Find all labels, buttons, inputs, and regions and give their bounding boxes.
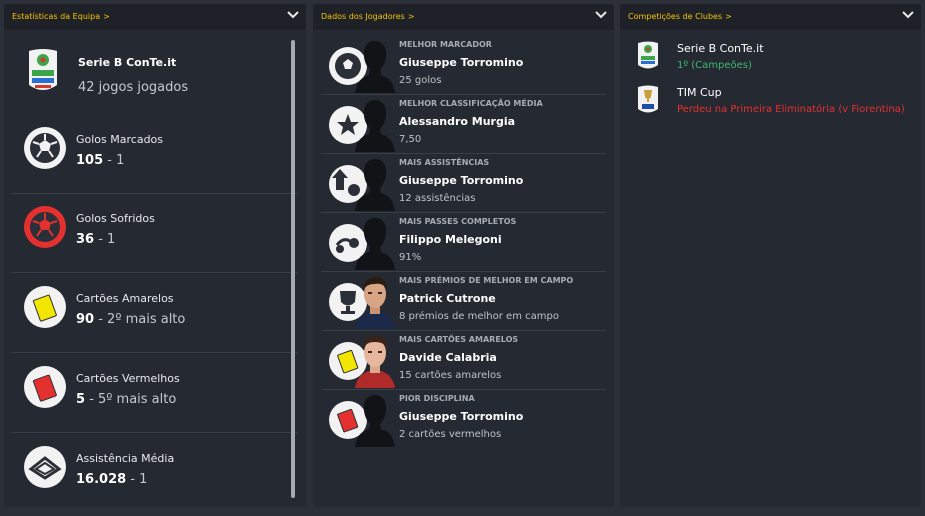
player-stat-value: 15 cartões amarelos bbox=[399, 370, 502, 381]
club-competitions-title-link[interactable]: Competições de Clubes > bbox=[628, 12, 732, 21]
competition-summary[interactable]: Serie B ConTe.it 42 jogos jogados bbox=[4, 46, 289, 104]
player-silhouette bbox=[355, 41, 395, 93]
player-silhouette bbox=[355, 100, 395, 152]
team-stats-title-link[interactable]: Estatísticas da Equipa > bbox=[12, 12, 110, 21]
player-stat-value: 7,50 bbox=[399, 134, 422, 145]
football-icon bbox=[24, 127, 66, 169]
player-silhouette bbox=[355, 395, 395, 447]
player-name[interactable]: Alessandro Murgia bbox=[399, 115, 515, 128]
player-stats-title-link[interactable]: Dados dos Jogadores > bbox=[321, 12, 415, 21]
player-stats-header: Dados dos Jogadores > bbox=[313, 4, 614, 30]
player-stat-row[interactable]: Mais Passes Completos Filippo Melegoni 9… bbox=[321, 212, 605, 271]
chevron-down-icon[interactable] bbox=[594, 8, 608, 22]
stat-value: 105 - 1 bbox=[76, 153, 125, 168]
player-name[interactable]: Giuseppe Torromino bbox=[399, 410, 523, 423]
competition-result: 1º (Campeões) bbox=[677, 60, 752, 71]
competition-name[interactable]: TIM Cup bbox=[677, 86, 722, 99]
chevron-down-icon[interactable] bbox=[901, 8, 915, 22]
player-stat-value: 12 assistências bbox=[399, 193, 476, 204]
player-name[interactable]: Giuseppe Torromino bbox=[399, 174, 523, 187]
player-name[interactable]: Filippo Melegoni bbox=[399, 233, 502, 246]
player-stat-category: Mais Assistências bbox=[399, 158, 490, 167]
player-stat-row[interactable]: Melhor Marcador Giuseppe Torromino 25 go… bbox=[321, 35, 605, 94]
player-stat-row[interactable]: Mais Prémios de Melhor em Campo Patrick … bbox=[321, 271, 605, 330]
player-silhouette bbox=[355, 218, 395, 270]
player-name[interactable]: Davide Calabria bbox=[399, 351, 497, 364]
team-stats-header: Estatísticas da Equipa > bbox=[4, 4, 306, 30]
stadium-icon bbox=[24, 446, 66, 488]
competition-row[interactable]: Serie B ConTe.it 1º (Campeões) bbox=[620, 38, 921, 82]
conceded-ball-icon bbox=[24, 206, 66, 248]
player-name[interactable]: Patrick Cutrone bbox=[399, 292, 496, 305]
player-stat-row[interactable]: Melhor Classificação Média Alessandro Mu… bbox=[321, 94, 605, 153]
competition-row[interactable]: TIM Cup Perdeu na Primeira Eliminatória … bbox=[620, 82, 921, 126]
chevron-down-icon[interactable] bbox=[286, 8, 300, 22]
stat-label: Golos Marcados bbox=[76, 133, 164, 146]
player-stat-category: Melhor Marcador bbox=[399, 40, 492, 49]
player-stat-category: Melhor Classificação Média bbox=[399, 99, 543, 108]
team-stats-panel: Estatísticas da Equipa > Serie B ConTe.it… bbox=[4, 4, 306, 507]
stat-red-cards[interactable]: Cartões Vermelhos 5 - 5º mais alto bbox=[4, 353, 289, 423]
stat-value: 90 - 2º mais alto bbox=[76, 312, 186, 327]
stat-yellow-cards[interactable]: Cartões Amarelos 90 - 2º mais alto bbox=[4, 273, 289, 343]
stat-label: Cartões Vermelhos bbox=[76, 372, 180, 385]
player-stat-value: 91% bbox=[399, 252, 422, 263]
competition-result: Perdeu na Primeira Eliminatória (v Fiore… bbox=[677, 104, 905, 115]
player-name[interactable]: Giuseppe Torromino bbox=[399, 56, 523, 69]
serie-b-logo-icon bbox=[638, 41, 658, 69]
stat-goals-scored[interactable]: Golos Marcados 105 - 1 bbox=[4, 114, 289, 184]
player-stats-panel: Dados dos Jogadores > Melhor Marcador Giu… bbox=[313, 4, 614, 507]
games-played: 42 jogos jogados bbox=[78, 80, 189, 95]
club-competitions-header: Competições de Clubes > bbox=[620, 4, 921, 30]
player-stat-value: 25 golos bbox=[399, 75, 442, 86]
red-card-icon bbox=[24, 366, 66, 408]
stat-value: 5 - 5º mais alto bbox=[76, 392, 177, 407]
player-stat-row[interactable]: Pior Disciplina Giuseppe Torromino 2 car… bbox=[321, 389, 605, 448]
stat-goals-conceded[interactable]: Golos Sofridos 36 - 1 bbox=[4, 193, 289, 263]
tim-cup-logo-icon bbox=[638, 85, 658, 113]
player-stat-value: 8 prémios de melhor em campo bbox=[399, 311, 559, 322]
yellow-card-icon bbox=[24, 286, 66, 328]
player-photo bbox=[355, 277, 395, 329]
stat-label: Golos Sofridos bbox=[76, 212, 155, 225]
stat-value: 36 - 1 bbox=[76, 232, 116, 247]
player-stat-row[interactable]: Mais Assistências Giuseppe Torromino 12 … bbox=[321, 153, 605, 212]
player-stat-value: 2 cartões vermelhos bbox=[399, 429, 502, 440]
player-photo bbox=[355, 336, 395, 388]
player-stat-category: Mais Passes Completos bbox=[399, 217, 517, 226]
player-stat-row[interactable]: Mais Cartões Amarelos Davide Calabria 15… bbox=[321, 330, 605, 389]
player-silhouette bbox=[355, 159, 395, 211]
stat-label: Cartões Amarelos bbox=[76, 292, 174, 305]
stat-average-attendance[interactable]: Assistência Média 16.028 - 1 bbox=[4, 433, 289, 503]
competition-name[interactable]: Serie B ConTe.it bbox=[78, 56, 176, 69]
competition-name[interactable]: Serie B ConTe.it bbox=[677, 42, 764, 55]
serie-b-logo-icon bbox=[29, 49, 57, 90]
scrollbar[interactable] bbox=[291, 40, 295, 498]
club-competitions-panel: Competições de Clubes > Serie B ConTe.it … bbox=[620, 4, 921, 507]
player-stat-category: Mais Cartões Amarelos bbox=[399, 335, 519, 344]
player-stat-category: Mais Prémios de Melhor em Campo bbox=[399, 276, 574, 285]
stat-value: 16.028 - 1 bbox=[76, 472, 148, 487]
stat-label: Assistência Média bbox=[76, 452, 175, 465]
player-stat-category: Pior Disciplina bbox=[399, 394, 475, 403]
